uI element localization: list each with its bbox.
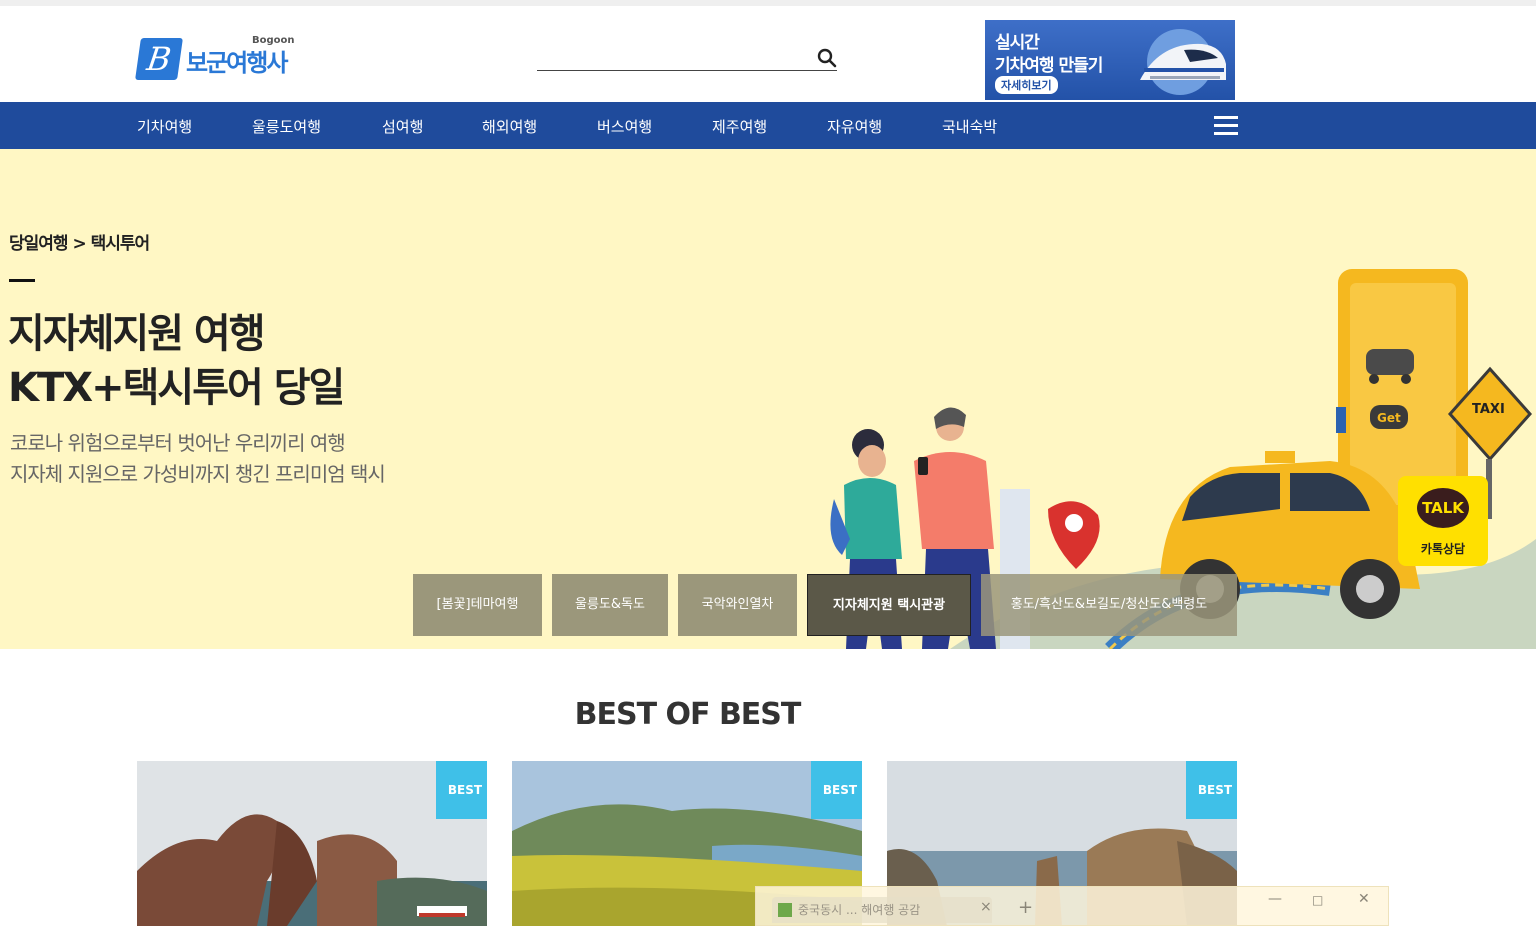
tab-gugak-wine-train[interactable]: 국악와인열차 [678,574,797,636]
nav-item-lodging[interactable]: 국내숙박 [942,116,997,137]
talk-label: 카톡상담 [1420,542,1466,556]
best-section-title: BEST OF BEST [574,697,802,732]
tab-spring-theme[interactable]: [봄꽃]테마여행 [413,574,542,636]
banner-line2: 기차여행 만들기 [995,56,1103,76]
browser-tab[interactable]: 중국동시 ... 해여행 공감 [772,897,992,923]
site-header: B Bogoon 보군여행사 실시간 기차여행 만들기 자세히보기 [0,6,1536,102]
logo-letter: B [144,40,174,78]
search-input[interactable] [537,46,807,68]
nav-item-free-travel[interactable]: 자유여행 [827,116,882,137]
best-badge: BEST [811,761,862,819]
banner-line1: 실시간 [995,33,1040,53]
window-close-icon[interactable]: ✕ [1358,891,1370,907]
hamburger-menu-icon[interactable] [1214,116,1238,136]
tab-hongdo-islands[interactable]: 홍도/흑산도&보길도/청산도&백령도 [981,574,1237,636]
tab-local-taxi-tour[interactable]: 지자체지원 택시관광 [807,574,971,636]
title-dash [9,279,35,282]
best-card-1[interactable]: BEST [137,761,487,926]
hero-subtitle-line2: 지자체 지원으로 가성비까지 챙긴 프리미엄 택시 [10,462,386,486]
nav-item-jeju[interactable]: 제주여행 [712,116,767,137]
hero-banner: 당일여행 > 택시투어 지자체지원 여행 KTX+택시투어 당일 코로나 위험으… [0,149,1536,649]
browser-window-overlay: 중국동시 ... 해여행 공감 × + — □ ✕ [755,886,1389,926]
site-logo[interactable]: B Bogoon 보군여행사 [135,33,308,83]
logo-text: 보군여행사 [186,49,288,77]
main-nav: 기차여행 울릉도여행 섬여행 해외여행 버스여행 제주여행 자유여행 국내숙박 [0,102,1536,149]
rock-arch-photo [137,761,487,926]
tab-close-icon[interactable]: × [980,899,992,915]
nav-item-bus[interactable]: 버스여행 [597,116,652,137]
new-tab-icon[interactable]: + [1018,897,1033,918]
talk-bubble-icon: TALK [1417,488,1469,528]
art-taxi-sign-label: TAXI [1472,402,1505,417]
logo-mark: B [135,38,183,80]
art-get-label: Get [1377,411,1401,425]
kakao-talk-button[interactable]: TALK 카톡상담 [1398,476,1488,566]
banner-detail-button[interactable]: 자세히보기 [995,76,1058,94]
hero-subtitle-line1: 코로나 위험으로부터 벗어난 우리끼리 여행 [10,431,346,455]
minimize-icon[interactable]: — [1268,891,1282,907]
best-badge: BEST [1186,761,1237,819]
best-badge: BEST [436,761,487,819]
tab-ulleungdo-dokdo[interactable]: 울릉도&독도 [552,574,668,636]
maximize-icon[interactable]: □ [1312,893,1323,907]
train-icon [1140,29,1226,95]
hero-title-line2: KTX+택시투어 당일 [8,365,345,411]
nav-item-ulleungdo[interactable]: 울릉도여행 [252,116,321,137]
search-bar [537,46,837,71]
breadcrumb: 당일여행 > 택시투어 [9,234,150,254]
nav-item-train[interactable]: 기차여행 [137,116,192,137]
search-icon[interactable] [817,48,837,68]
browser-tab-title: 중국동시 ... 해여행 공감 [798,903,921,917]
train-trip-banner[interactable]: 실시간 기차여행 만들기 자세히보기 [985,20,1235,100]
hero-title-line1: 지자체지원 여행 [8,311,266,357]
tab-favicon-icon [778,903,792,917]
nav-item-island[interactable]: 섬여행 [382,116,423,137]
nav-item-overseas[interactable]: 해외여행 [482,116,537,137]
